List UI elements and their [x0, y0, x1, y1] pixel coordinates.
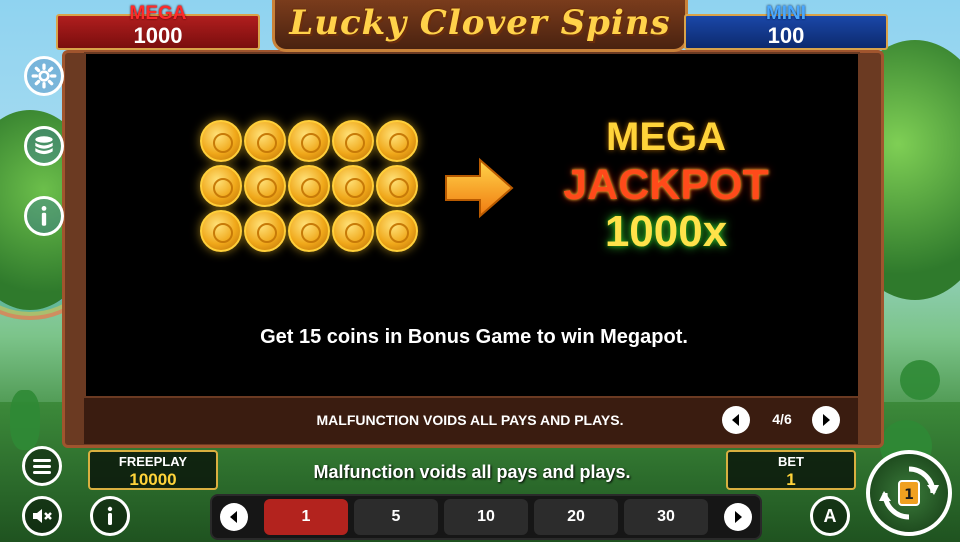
- gold-coin-icon: [200, 120, 242, 162]
- mega-jackpot-label: MEGA: [129, 3, 187, 24]
- bet-option-30[interactable]: 30: [624, 499, 708, 535]
- gear-icon: [31, 63, 57, 89]
- freeplay-value: 10000: [129, 470, 177, 489]
- page-indicator: 4/6: [772, 411, 792, 427]
- settings-button[interactable]: [24, 56, 64, 96]
- bet-increase-button[interactable]: [724, 503, 752, 531]
- mega-word: MEGA: [606, 115, 726, 159]
- paytable-info-button[interactable]: [90, 496, 130, 536]
- triangle-left-icon: [732, 414, 739, 426]
- mini-jackpot-value: 100: [767, 23, 805, 48]
- gold-coin-icon: [332, 210, 374, 252]
- bet-option-5[interactable]: 5: [354, 499, 438, 535]
- hamburger-icon: [33, 459, 51, 474]
- mega-jackpot-value: 1000: [133, 23, 183, 48]
- mini-jackpot-box: MINI 100: [684, 4, 888, 50]
- gold-coin-icon: [376, 210, 418, 252]
- bet-label: BET: [778, 454, 804, 469]
- bet-option-10[interactable]: 10: [444, 499, 528, 535]
- game-title: Lucky Clover Spins: [289, 3, 671, 43]
- gold-coin-icon: [288, 120, 330, 162]
- gold-coin-icon: [200, 165, 242, 207]
- next-page-button[interactable]: [812, 406, 840, 434]
- coin-stack-icon: [35, 136, 53, 155]
- bet-decrease-button[interactable]: [220, 503, 248, 531]
- pager-disclaimer: MALFUNCTION VOIDS ALL PAYS AND PLAYS.: [316, 412, 624, 428]
- speaker-muted-icon: [33, 509, 52, 523]
- gold-coin-icon: [332, 165, 374, 207]
- bet-value: 1: [786, 470, 796, 489]
- freeplay-box: FREEPLAY 10000: [88, 450, 218, 490]
- info-icon: [41, 206, 47, 226]
- triangle-left-icon: [230, 511, 237, 523]
- gold-coin-icon: [332, 120, 374, 162]
- prev-page-button[interactable]: [722, 406, 750, 434]
- gold-coin-icon: [200, 210, 242, 252]
- malfunction-notice: Malfunction voids all pays and plays.: [313, 462, 631, 482]
- title-banner: Lucky Clover Spins: [272, 0, 688, 52]
- sound-toggle-button[interactable]: [22, 496, 62, 536]
- autoplay-label: A: [823, 505, 837, 526]
- spin-button[interactable]: 1: [866, 450, 952, 536]
- spin-icon: 1: [879, 466, 939, 520]
- multiplier-text: 1000x: [604, 207, 728, 256]
- bet-settings-button[interactable]: [24, 126, 64, 166]
- jackpot-word: JACKPOT: [563, 161, 769, 209]
- triangle-right-icon: [735, 511, 742, 523]
- gold-coin-icon: [244, 120, 286, 162]
- info-icon: [107, 506, 113, 525]
- mega-jackpot-box: MEGA 1000: [56, 4, 260, 50]
- gold-coin-icon: [376, 165, 418, 207]
- info-panel: MEGA JACKPOT 1000x Get 15 coins in Bonus…: [84, 52, 860, 398]
- bet-box: BET 1: [726, 450, 856, 490]
- coin-grid: [200, 120, 420, 254]
- freeplay-label: FREEPLAY: [118, 454, 188, 469]
- mini-jackpot-label: MINI: [765, 3, 807, 24]
- gold-coin-icon: [288, 210, 330, 252]
- gold-coin-icon: [244, 165, 286, 207]
- panel-description: Get 15 coins in Bonus Game to win Megapo…: [260, 326, 688, 348]
- autoplay-button[interactable]: A: [810, 496, 850, 536]
- gold-coin-icon: [376, 120, 418, 162]
- bet-option-1[interactable]: 1: [264, 499, 348, 535]
- svg-text:1: 1: [904, 487, 914, 503]
- menu-button[interactable]: [22, 446, 62, 486]
- triangle-right-icon: [823, 414, 830, 426]
- bet-option-20[interactable]: 20: [534, 499, 618, 535]
- grass-decoration: [10, 390, 40, 450]
- arrow-right-icon: [445, 157, 514, 219]
- info-button[interactable]: [24, 196, 64, 236]
- gold-coin-icon: [288, 165, 330, 207]
- gold-coin-icon: [244, 210, 286, 252]
- clover-decoration: [900, 360, 940, 400]
